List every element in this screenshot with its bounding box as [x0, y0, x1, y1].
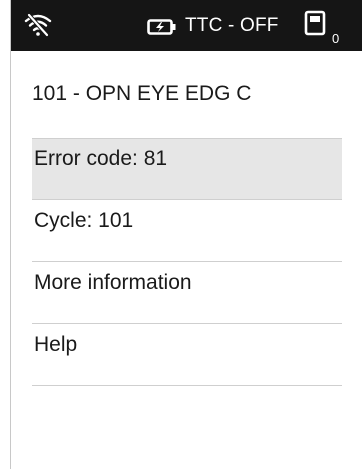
- device-icon: [304, 10, 326, 36]
- menu-item-label: Cycle: 101: [34, 209, 134, 232]
- menu-item-label: More information: [34, 271, 192, 294]
- device-screen: TTC - OFF 0 101 - OPN EYE EDG C Error co…: [10, 0, 362, 469]
- wifi-off-icon: [24, 13, 52, 37]
- menu-item-more-information[interactable]: More information: [32, 263, 342, 324]
- menu-item-label: Help: [34, 333, 78, 356]
- device-count: 0: [332, 31, 340, 46]
- page-title: 101 - OPN EYE EDG C: [32, 82, 252, 105]
- status-bar: TTC - OFF 0: [11, 0, 362, 51]
- battery-charging-icon: [147, 19, 176, 35]
- menu-item-help[interactable]: Help: [32, 325, 342, 386]
- menu-item-label: Error code: 81: [34, 147, 168, 170]
- menu-item-cycle[interactable]: Cycle: 101: [32, 201, 342, 262]
- menu-item-error-code[interactable]: Error code: 81: [32, 139, 342, 200]
- ttc-status: TTC - OFF: [185, 15, 279, 36]
